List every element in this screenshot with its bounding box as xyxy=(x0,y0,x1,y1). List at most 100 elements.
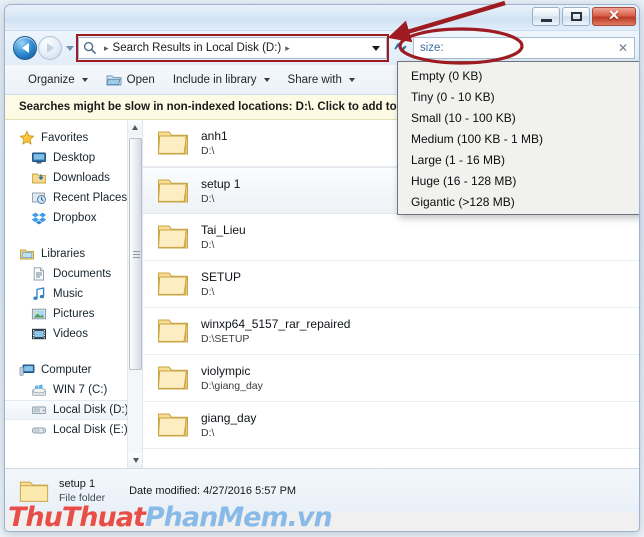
sidebar-label: WIN 7 (C:) xyxy=(53,384,108,396)
folder-icon xyxy=(157,366,188,390)
size-option[interactable]: Small (10 - 100 KB) xyxy=(398,107,639,128)
organize-label: Organize xyxy=(28,73,75,86)
file-path: D:\SETUP xyxy=(201,333,250,345)
chevron-down-icon xyxy=(132,458,139,463)
file-row[interactable]: giang_day D:\ xyxy=(143,402,639,449)
file-name: setup 1 xyxy=(201,176,241,191)
share-with-button[interactable]: Share with xyxy=(279,70,364,90)
folder-icon xyxy=(157,225,188,249)
file-path: D:\ xyxy=(201,239,215,251)
folder-icon xyxy=(157,131,188,155)
chevron-down-icon xyxy=(263,77,270,82)
forward-button[interactable] xyxy=(38,36,62,60)
sidebar-item-recent-places[interactable]: Recent Places xyxy=(5,188,142,208)
open-label: Open xyxy=(126,73,155,86)
sidebar-item-local-disk-d[interactable]: Local Disk (D:) xyxy=(5,400,142,420)
refresh-button[interactable] xyxy=(389,37,411,59)
libraries-icon xyxy=(20,249,34,260)
search-input[interactable]: size: xyxy=(420,42,616,54)
organize-button[interactable]: Organize xyxy=(19,70,97,90)
sidebar-item-computer[interactable]: Computer xyxy=(5,360,142,380)
folder-icon xyxy=(19,481,49,502)
sidebar-item-music[interactable]: Music xyxy=(5,284,142,304)
chevron-down-icon xyxy=(348,77,355,82)
sidebar-item-documents[interactable]: Documents xyxy=(5,264,142,284)
dropbox-icon xyxy=(31,212,47,225)
scrollbar-thumb[interactable] xyxy=(129,138,142,370)
search-box-container: size: ✕ xyxy=(413,37,635,59)
details-date-value: 4/27/2016 5:57 PM xyxy=(203,484,297,497)
close-button[interactable]: ✕ xyxy=(592,7,636,26)
sidebar-label: Downloads xyxy=(53,172,110,184)
maximize-button[interactable] xyxy=(562,7,590,26)
details-date-block: Date modified: 4/27/2016 5:57 PM xyxy=(129,485,296,497)
sidebar-item-videos[interactable]: Videos xyxy=(5,324,142,344)
sidebar-item-dropbox[interactable]: Dropbox xyxy=(5,208,142,228)
sidebar-item-local-disk-e[interactable]: Local Disk (E:) xyxy=(5,420,142,440)
sidebar-item-pictures[interactable]: Pictures xyxy=(5,304,142,324)
sidebar-item-favorites[interactable]: Favorites xyxy=(5,128,142,148)
sidebar-item-win7-c[interactable]: WIN 7 (C:) xyxy=(5,380,142,400)
details-file-type: File folder xyxy=(59,491,106,504)
folder-icon xyxy=(157,319,188,343)
include-in-library-button[interactable]: Include in library xyxy=(164,70,279,90)
chevron-down-icon xyxy=(372,45,380,51)
file-meta: anh1 D:\ xyxy=(201,129,228,157)
downloads-icon xyxy=(32,173,46,184)
details-columns: setup 1 File folder Date modified: 4/27/… xyxy=(59,478,296,504)
size-option[interactable]: Empty (0 KB) xyxy=(398,65,639,86)
file-path: D:\ xyxy=(201,286,215,298)
minimize-icon xyxy=(540,18,552,22)
scroll-up-button[interactable] xyxy=(128,120,142,135)
address-history-button[interactable] xyxy=(368,38,384,58)
details-date-modified: Date modified: 4/27/2016 5:57 PM xyxy=(129,485,296,497)
minimize-button[interactable] xyxy=(532,7,560,26)
sidebar-label: Local Disk (E:) xyxy=(53,424,128,436)
size-option[interactable]: Large (1 - 16 MB) xyxy=(398,149,639,170)
file-row[interactable]: violympic D:\giang_day xyxy=(143,355,639,402)
search-box[interactable]: size: ✕ xyxy=(413,37,635,59)
breadcrumb-separator-trailing-icon[interactable]: ▸ xyxy=(281,43,294,54)
sidebar-scrollbar[interactable] xyxy=(127,120,142,468)
sidebar-item-desktop[interactable]: Desktop xyxy=(5,148,142,168)
open-button[interactable]: Open xyxy=(97,69,164,91)
file-name: giang_day xyxy=(201,411,257,425)
sidebar-label: Desktop xyxy=(53,152,96,164)
size-option[interactable]: Tiny (0 - 10 KB) xyxy=(398,86,639,107)
file-name: anh1 xyxy=(201,129,228,143)
sidebar-item-downloads[interactable]: Downloads xyxy=(5,168,142,188)
size-filter-dropdown[interactable]: Empty (0 KB) Tiny (0 - 10 KB) Small (10 - … xyxy=(397,61,639,215)
file-meta: giang_day D:\ xyxy=(201,411,256,439)
scroll-down-button[interactable] xyxy=(128,453,142,468)
sidebar-label: Music xyxy=(53,288,84,300)
file-meta: setup 1 D:\ xyxy=(201,177,240,205)
size-option[interactable]: Huge (16 - 128 MB) xyxy=(398,170,639,191)
desktop-icon xyxy=(32,152,46,164)
drive-icon xyxy=(31,427,47,434)
caption-button-group: ✕ xyxy=(532,7,636,26)
sidebar-label: Favorites xyxy=(41,132,89,144)
folder-icon xyxy=(157,179,188,202)
size-option[interactable]: Medium (100 KB - 1 MB) xyxy=(398,128,639,149)
file-row[interactable]: SETUP D:\ xyxy=(143,261,639,308)
breadcrumb-current-location[interactable]: Search Results in Local Disk (D:) xyxy=(113,42,282,54)
file-row[interactable]: winxp64_5157_rar_repaired D:\SETUP xyxy=(143,308,639,355)
title-bar[interactable]: ✕ xyxy=(5,5,639,31)
sidebar-label: Documents xyxy=(53,268,112,280)
back-button[interactable] xyxy=(13,36,37,60)
file-row[interactable]: Tai_Lieu D:\ xyxy=(143,214,639,261)
document-icon xyxy=(33,267,45,281)
refresh-icon xyxy=(394,42,407,53)
clear-search-icon[interactable]: ✕ xyxy=(616,41,630,55)
sidebar-item-libraries[interactable]: Libraries xyxy=(5,244,142,264)
file-path: D:\ xyxy=(201,145,215,157)
size-option[interactable]: Gigantic (>128 MB) xyxy=(398,191,639,212)
computer-icon xyxy=(19,364,35,376)
address-bar[interactable]: ▸ Search Results in Local Disk (D:) ▸ xyxy=(78,37,387,59)
music-icon xyxy=(33,287,45,300)
back-arrow-icon xyxy=(21,43,29,53)
sidebar-label: Local Disk (D:) xyxy=(53,404,129,416)
share-with-label: Share with xyxy=(287,73,342,86)
navigation-pane: Favorites Desktop Downloads Recent Place… xyxy=(5,120,143,468)
recent-pages-chevron-icon[interactable] xyxy=(66,45,74,51)
